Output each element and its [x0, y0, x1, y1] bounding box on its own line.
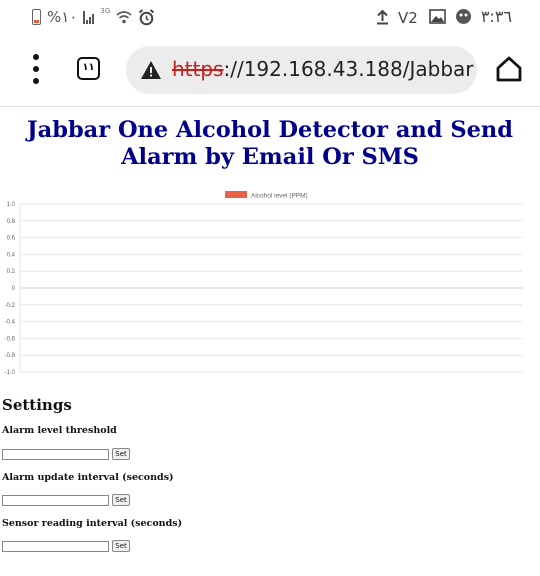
svg-text:V2: V2 [398, 9, 418, 25]
sensor-reading-interval-input[interactable] [2, 541, 109, 552]
status-bar: %١٠ 3G V2 ٣:٣٦ [0, 0, 540, 34]
y-tick-label: 0.6 [7, 236, 16, 242]
volte-icon: V2 [398, 9, 418, 25]
y-tick-label: -1.0 [5, 370, 16, 376]
sensor-reading-interval-label: Sensor reading interval (seconds) [2, 518, 183, 529]
y-tick-label: -0.2 [5, 303, 16, 309]
clock: ٣:٣٦ [480, 7, 512, 26]
more-menu-icon[interactable] [31, 54, 41, 84]
alarm-threshold-label: Alarm level threshold [2, 425, 117, 436]
upload-icon [376, 9, 388, 24]
y-tick-label: -0.6 [5, 336, 16, 342]
legend-label: Alcohol level (PPM) [251, 193, 308, 200]
y-tick-label: 0.2 [7, 269, 16, 275]
alarm-update-interval-input[interactable] [2, 495, 109, 506]
url-host-path: ://192.168.43.188/Jabbar [223, 57, 474, 81]
battery-percent: %١٠ [47, 8, 78, 26]
gallery-icon [429, 9, 446, 24]
alarm-update-interval-label: Alarm update interval (seconds) [2, 472, 174, 483]
alarm-update-interval-set-button[interactable]: Set [112, 494, 130, 506]
settings-heading: Settings [2, 396, 72, 414]
battery-icon [32, 9, 41, 25]
legend-swatch [225, 191, 247, 198]
alarm-threshold-input[interactable] [2, 449, 109, 460]
alcohol-level-chart: Alcohol level (PPM) 1.0 0.8 0.6 0.4 0.2 0 -0.2 -… [5, 191, 522, 376]
sensor-reading-interval-set-button[interactable]: Set [112, 540, 130, 552]
url-text[interactable]: https://192.168.43.188/Jabbar [172, 57, 474, 81]
toolbar-divider [0, 106, 540, 107]
alarm-threshold-set-button[interactable]: Set [112, 448, 130, 460]
url-scheme: https [172, 57, 224, 81]
page-title: Jabbar One Alcohol Detector and Send Ala… [26, 117, 513, 170]
y-tick-label: 0.8 [7, 219, 16, 225]
warning-triangle-icon[interactable] [140, 60, 162, 80]
y-tick-label: -0.8 [5, 353, 16, 359]
y-tick-label: -0.4 [5, 320, 16, 326]
app-notification-icon [455, 9, 471, 24]
y-tick-label: 0.4 [7, 252, 16, 258]
y-tick-label: 1.0 [7, 202, 16, 208]
y-tick-label: 0 [12, 286, 16, 292]
home-icon[interactable] [495, 55, 523, 83]
network-type: 3G [100, 7, 111, 15]
alarm-icon [139, 8, 155, 25]
address-bar[interactable]: https://192.168.43.188/Jabbar [126, 46, 477, 94]
browser-toolbar: ١١ https://192.168.43.188/Jabbar [0, 40, 540, 98]
status-right: V2 ٣:٣٦ [376, 7, 512, 26]
status-left: %١٠ 3G [32, 7, 155, 26]
tab-switcher-button[interactable]: ١١ [77, 57, 100, 80]
chart-legend[interactable]: Alcohol level (PPM) [225, 191, 308, 200]
signal-icon [83, 10, 95, 24]
wifi-icon [116, 11, 132, 24]
